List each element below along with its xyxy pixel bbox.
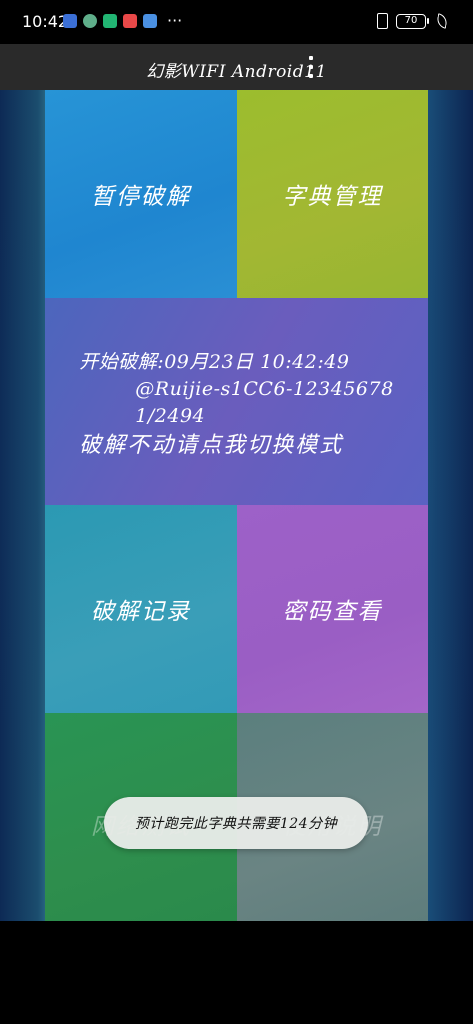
overflow-menu-icon[interactable] [306, 56, 316, 78]
app-bar: 幻影WIFI Android11 [0, 44, 473, 90]
pause-crack-label: 暂停破解 [91, 184, 191, 210]
phone-screen: 10:42 ··· 70 幻影WIFI Android11 暂停破解 字典管理 [0, 0, 473, 1024]
status-bar: 10:42 ··· 70 [0, 0, 473, 44]
app-notification-icon [103, 14, 117, 28]
app-title: 幻影WIFI Android11 [146, 62, 327, 82]
crack-records-button[interactable]: 破解记录 [45, 505, 237, 713]
more-notifications-icon: ··· [167, 11, 183, 30]
toast-message: 预计跑完此字典共需要124分钟 [104, 797, 368, 849]
crack-progress: 1/2494 [135, 404, 206, 427]
dictionary-manage-button[interactable]: 字典管理 [237, 90, 428, 298]
crack-records-label: 破解记录 [91, 599, 191, 625]
crack-status-button[interactable]: 开始破解:09月23日 10:42:49 @Ruijie-s1CC6-12345… [45, 298, 428, 505]
view-passwords-label: 密码查看 [282, 599, 383, 625]
toast-text: 预计跑完此字典共需要124分钟 [134, 816, 338, 832]
app-notification-icon [83, 14, 97, 28]
notification-icons: ··· [63, 11, 183, 30]
app-notification-icon [123, 14, 137, 28]
crack-target-ssid: @Ruijie-s1CC6-12345678 [135, 377, 394, 400]
app-notification-icon [143, 14, 157, 28]
battery-tip [427, 18, 429, 24]
app-notification-icon [63, 14, 77, 28]
system-icons: 70 [377, 13, 449, 29]
dictionary-manage-label: 字典管理 [282, 184, 383, 210]
view-passwords-button[interactable]: 密码查看 [237, 505, 428, 713]
crack-start-time: 开始破解:09月23日 10:42:49 [79, 350, 350, 373]
crack-status-text: 开始破解:09月23日 10:42:49 @Ruijie-s1CC6-12345… [79, 349, 393, 459]
switch-mode-hint: 破解不动请点我切换模式 [79, 432, 344, 458]
leaf-icon [435, 13, 449, 29]
battery-icon: 70 [396, 13, 426, 29]
pause-crack-button[interactable]: 暂停破解 [45, 90, 237, 298]
sim-icon [377, 13, 388, 29]
navigation-bar-area [0, 921, 473, 1024]
status-time: 10:42 [22, 12, 69, 31]
